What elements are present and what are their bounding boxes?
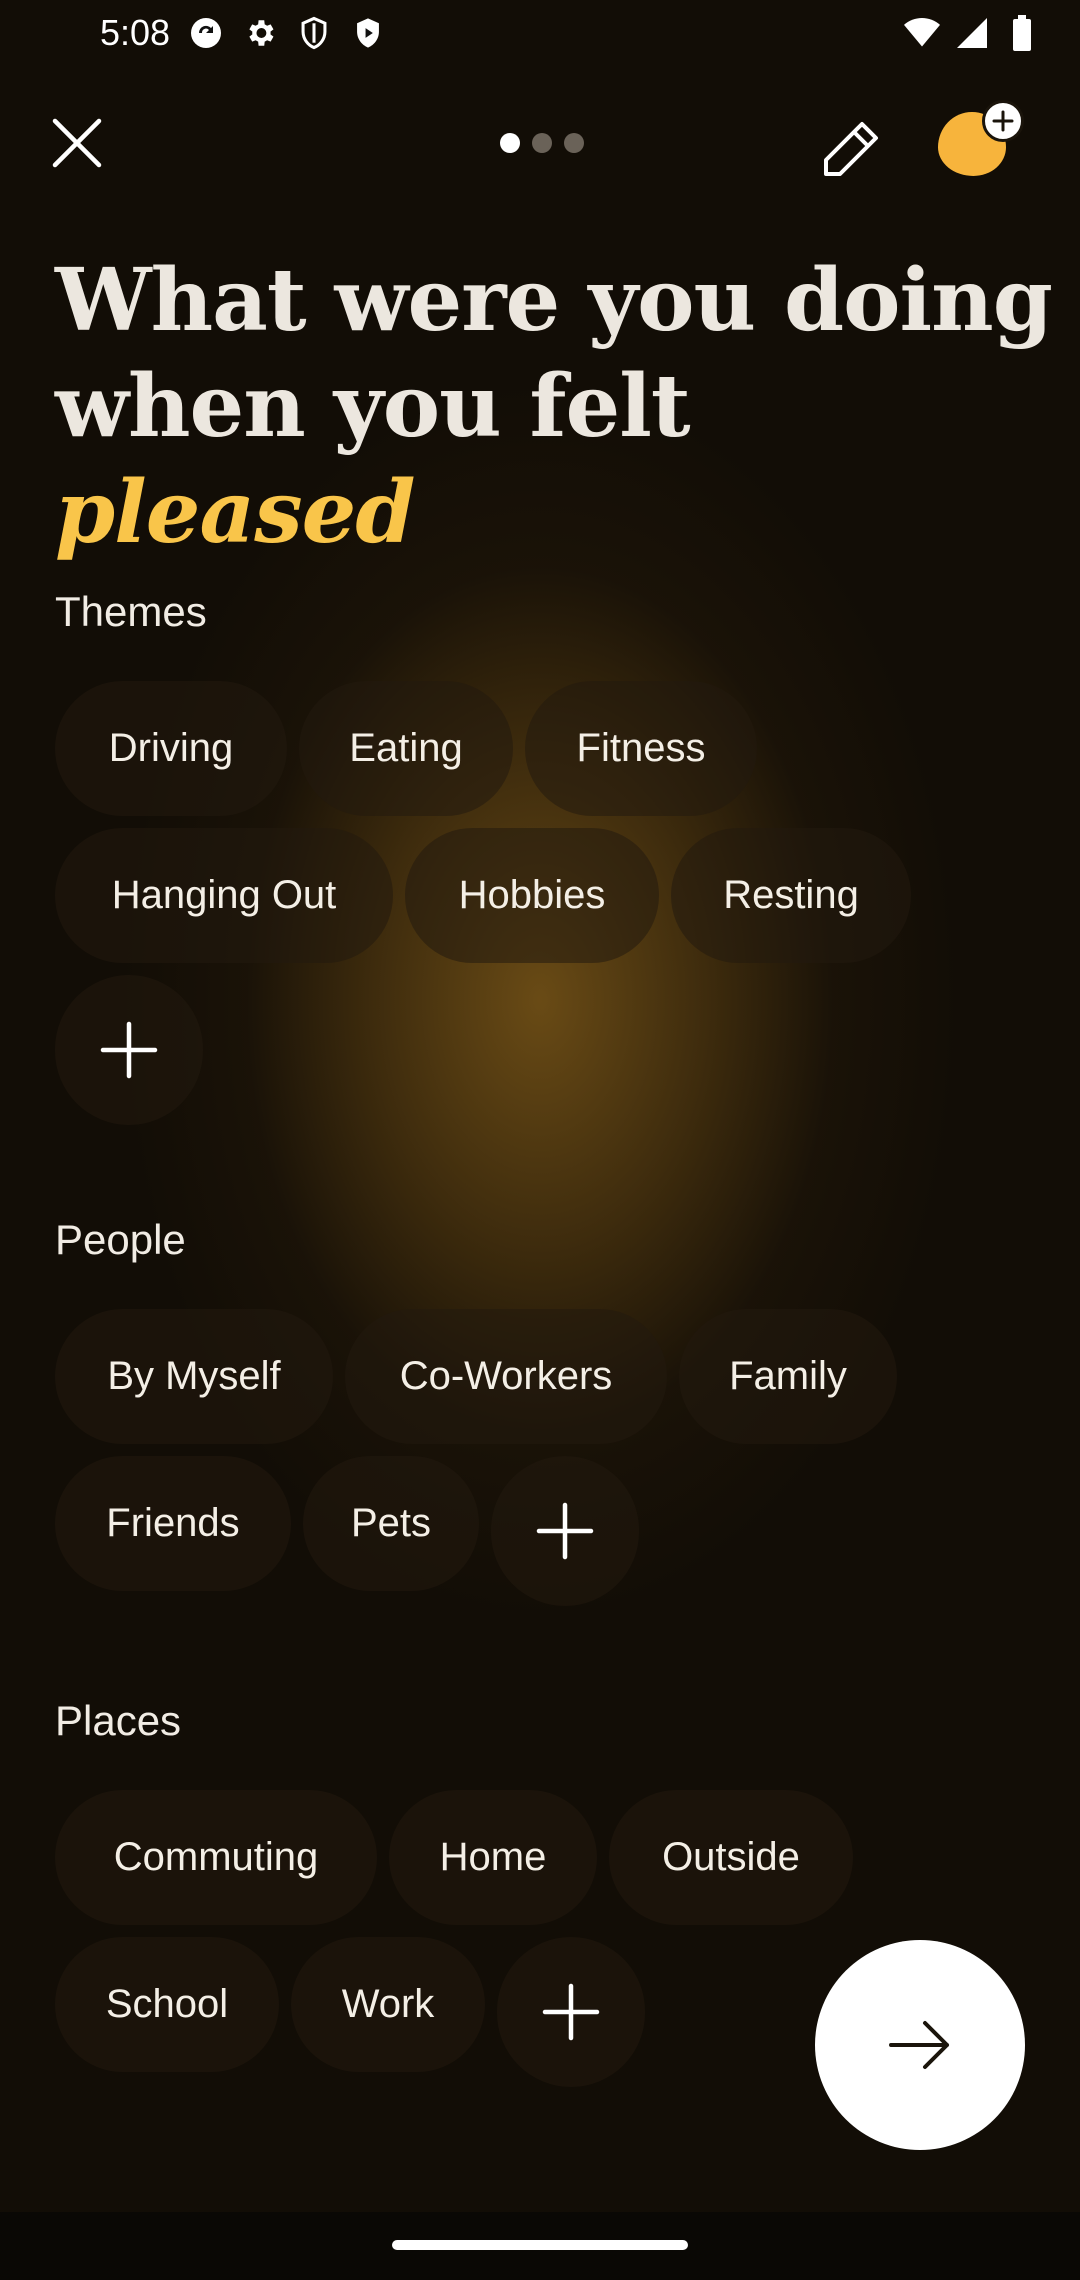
page-dot (564, 133, 584, 153)
plus-icon (536, 1502, 594, 1560)
section-label-people: People (55, 1216, 186, 1263)
chip-outside[interactable]: Outside (609, 1790, 853, 1925)
chip-eating[interactable]: Eating (299, 681, 513, 816)
question-prefix: What were you doing when you felt (55, 250, 1053, 457)
chip-friends[interactable]: Friends (55, 1456, 291, 1591)
add-place-button[interactable] (497, 1937, 645, 2087)
settings-icon (242, 15, 278, 51)
chip-commuting[interactable]: Commuting (55, 1790, 377, 1925)
pencil-icon (824, 122, 878, 176)
chip-hobbies[interactable]: Hobbies (405, 828, 659, 963)
arrow-right-icon (889, 2021, 949, 2069)
chip-home[interactable]: Home (389, 1790, 597, 1925)
chip-co-workers[interactable]: Co-Workers (345, 1309, 667, 1444)
chip-hanging-out[interactable]: Hanging Out (55, 828, 393, 963)
add-theme-button[interactable] (55, 975, 203, 1125)
chip-driving[interactable]: Driving (55, 681, 287, 816)
shield-icon (296, 15, 332, 51)
home-indicator[interactable] (392, 2240, 688, 2250)
chip-pets[interactable]: Pets (303, 1456, 479, 1591)
play-shield-icon (350, 15, 386, 51)
next-button[interactable] (815, 1940, 1025, 2150)
themes-chips: Driving Eating Fitness Hanging Out Hobbi… (55, 681, 1035, 1125)
chip-by-myself[interactable]: By Myself (55, 1309, 333, 1444)
close-button[interactable] (42, 108, 112, 178)
plus-icon (100, 1021, 158, 1079)
chip-work[interactable]: Work (291, 1937, 485, 2072)
chip-resting[interactable]: Resting (671, 828, 911, 963)
chip-family[interactable]: Family (679, 1309, 897, 1444)
sync-icon (188, 15, 224, 51)
status-time: 5:08 (100, 12, 171, 53)
emotion-word: pleased (55, 462, 416, 563)
page-dot-active (500, 133, 520, 153)
battery-icon (1004, 15, 1040, 51)
status-bar: 5:08 (0, 0, 1080, 66)
people-chips: By Myself Co-Workers Family Friends Pets (55, 1309, 1035, 1606)
add-mood-button[interactable] (930, 100, 1030, 190)
page-dot (532, 133, 552, 153)
page-indicator (500, 133, 584, 153)
section-label-places: Places (55, 1697, 182, 1744)
wifi-icon (904, 15, 940, 51)
signal-icon (954, 15, 990, 51)
add-person-button[interactable] (491, 1456, 639, 1606)
close-icon (52, 118, 102, 168)
chip-fitness[interactable]: Fitness (525, 681, 757, 816)
plus-icon (542, 1983, 600, 2041)
plus-icon (982, 100, 1024, 142)
edit-button[interactable] (812, 112, 888, 188)
page-title: What were you doing when you felt please… (55, 248, 1055, 566)
section-label-themes: Themes (55, 588, 207, 635)
chip-school[interactable]: School (55, 1937, 279, 2072)
